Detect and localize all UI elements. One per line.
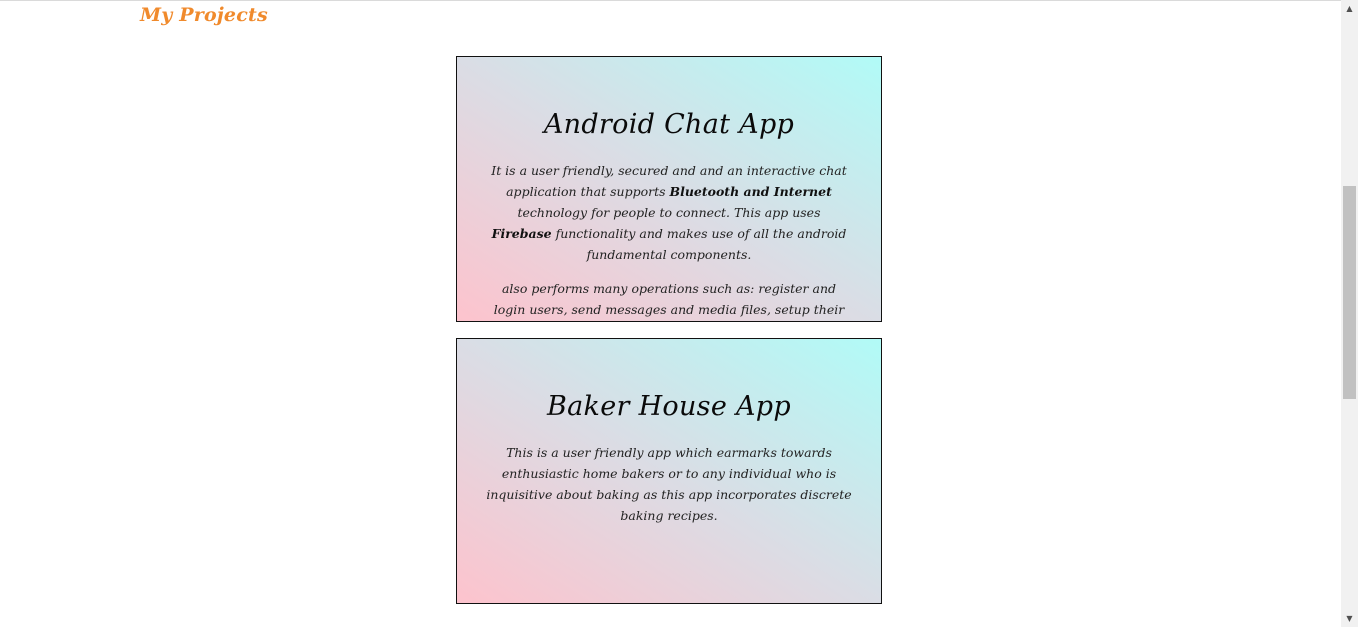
scroll-up-icon[interactable]: ▲ <box>1341 0 1358 17</box>
description-highlight: Firebase <box>491 226 552 241</box>
top-divider <box>0 0 1341 1</box>
project-title: Baker House App <box>547 391 791 422</box>
scroll-down-icon[interactable]: ▼ <box>1341 610 1358 627</box>
vertical-scrollbar[interactable]: ▲ ▼ <box>1341 0 1358 627</box>
project-extra-description: also performs many operations such as: r… <box>493 281 845 317</box>
project-description: This is a user friendly app which earmar… <box>486 445 852 523</box>
scrollbar-thumb[interactable] <box>1343 186 1356 399</box>
project-title: Android Chat App <box>543 109 795 140</box>
description-highlight: Bluetooth and Internet <box>669 184 832 199</box>
section-title: My Projects <box>140 4 268 26</box>
description-text: technology for people to connect. This a… <box>517 205 821 220</box>
project-card-android-chat: Android Chat App It is a user friendly, … <box>456 56 882 322</box>
description-text: functionality and makes use of all the a… <box>551 226 847 262</box>
page-viewport: My Projects Android Chat App It is a use… <box>0 0 1358 627</box>
project-description: It is a user friendly, secured and and a… <box>489 160 849 265</box>
project-card-baker-house: Baker House App This is a user friendly … <box>456 338 882 604</box>
